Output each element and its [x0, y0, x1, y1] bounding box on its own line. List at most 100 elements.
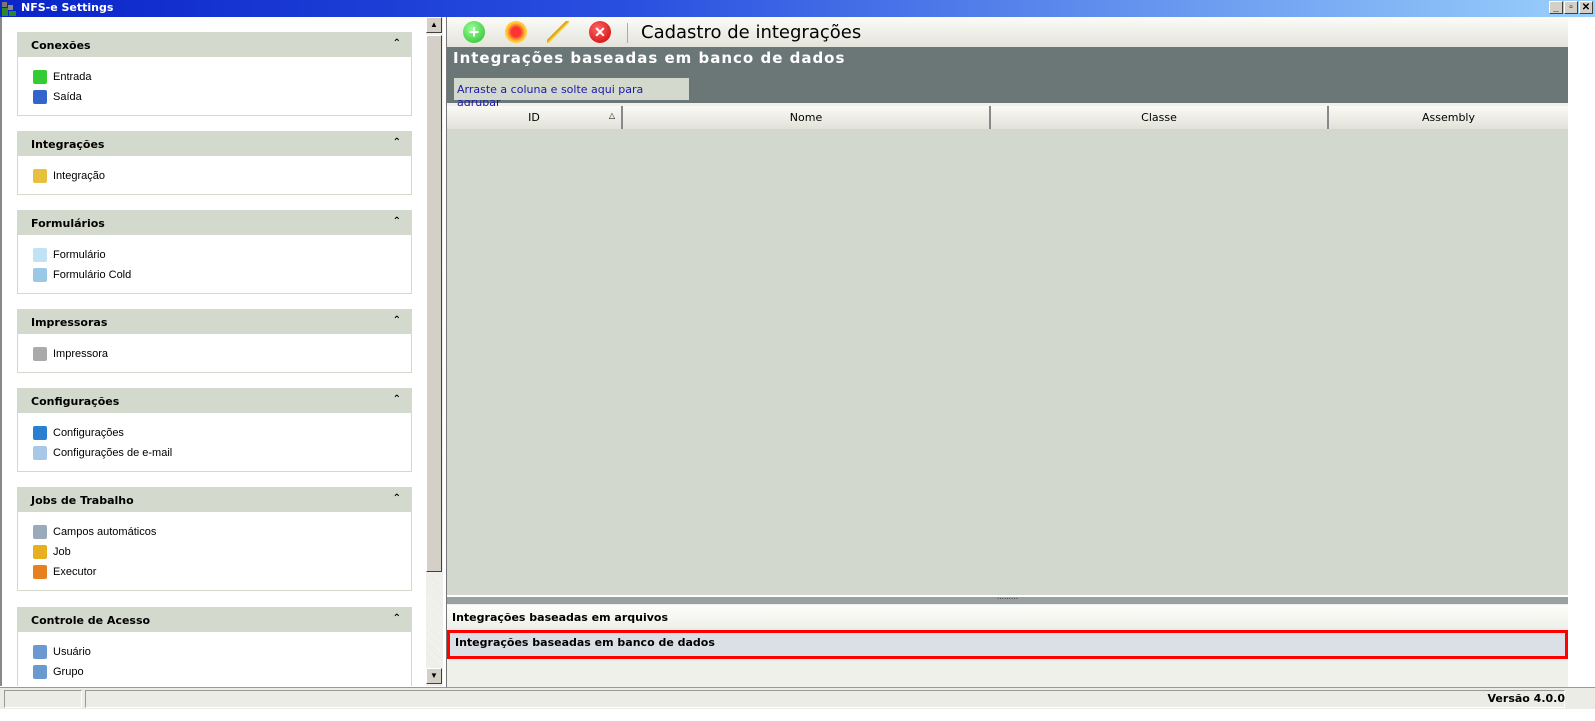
form-cold-icon [33, 268, 47, 282]
restore-button[interactable]: ▫ [1564, 1, 1578, 14]
group-by-drop-area[interactable]: Arraste a coluna e solte aqui para agrup… [454, 78, 689, 109]
group-title: Integrações [31, 138, 105, 151]
nav-database-integrations[interactable]: Integrações baseadas em banco de dados [447, 630, 1568, 659]
title-bar: NFS-e Settings _ ▫ ✕ [0, 0, 1595, 17]
delete-button[interactable]: ✕ [589, 21, 611, 43]
group-title: Formulários [31, 217, 105, 230]
column-header-assembly[interactable]: Assembly [1329, 106, 1568, 129]
edit-properties-button[interactable] [505, 21, 527, 43]
close-button[interactable]: ✕ [1579, 1, 1593, 14]
column-header-id[interactable]: ID △ [447, 106, 623, 129]
splitter-handle[interactable]: ⋯⋯⋯ [447, 596, 1568, 604]
window-title: NFS-e Settings [21, 1, 114, 14]
sort-asc-icon: △ [608, 111, 615, 120]
sidebar-item[interactable]: Configurações [18, 423, 411, 443]
sidebar-item[interactable]: Executor [18, 562, 411, 582]
group-title: Configurações [31, 395, 120, 408]
sidebar-group-header[interactable]: Formulários ⌃ [18, 211, 411, 235]
section-title: Integrações baseadas em banco de dados [453, 49, 846, 67]
sidebar-group-body: Impressora [18, 334, 411, 372]
sidebar-item-label: Configurações [53, 427, 124, 439]
connection-in-icon [33, 70, 47, 84]
email-icon [33, 446, 47, 460]
sidebar-group: Configurações ⌃ Configurações Configurações… [17, 388, 412, 472]
sidebar-item[interactable]: Campos automáticos [18, 522, 411, 542]
status-bar: Versão 4.0.0 [0, 687, 1595, 709]
group-title: Impressoras [31, 316, 108, 329]
sidebar-group: Formulários ⌃ Formulário Formulário Cold [17, 210, 412, 294]
collapse-chevron-icon[interactable]: ⌃ [393, 38, 401, 49]
job-icon [33, 545, 47, 559]
sidebar-item-label: Integração [53, 170, 105, 182]
toolbar: + ✕ Cadastro de integrações [447, 17, 1568, 47]
column-label: ID [528, 111, 540, 124]
sidebar-item[interactable]: Usuário [18, 642, 411, 662]
sidebar-group: Controle de Acesso ⌃ Usuário Grupo [17, 607, 412, 686]
sidebar-group-header[interactable]: Configurações ⌃ [18, 389, 411, 413]
connection-out-icon [33, 90, 47, 104]
sidebar-item[interactable]: Job [18, 542, 411, 562]
nav-file-integrations[interactable]: Integrações baseadas em arquivos [447, 605, 1568, 631]
sidebar-item[interactable]: Configurações de e-mail [18, 443, 411, 463]
sidebar-group-header[interactable]: Impressoras ⌃ [18, 310, 411, 334]
integration-icon [33, 169, 47, 183]
pencil-edit-button[interactable] [547, 21, 569, 43]
sidebar-group: Conexões ⌃ Entrada Saída [17, 32, 412, 116]
sidebar-group-body: Usuário Grupo [18, 632, 411, 686]
sidebar-group-header[interactable]: Jobs de Trabalho ⌃ [18, 488, 411, 512]
collapse-chevron-icon[interactable]: ⌃ [393, 613, 401, 624]
settings-icon [33, 426, 47, 440]
sidebar-item-label: Impressora [53, 348, 109, 360]
sidebar-scrollbar[interactable]: ▲ ▼ [426, 17, 443, 686]
group-title: Controle de Acesso [31, 614, 151, 627]
scroll-thumb[interactable] [426, 35, 442, 572]
collapse-chevron-icon[interactable]: ⌃ [393, 137, 401, 148]
collapse-chevron-icon[interactable]: ⌃ [393, 216, 401, 227]
collapse-chevron-icon[interactable]: ⌃ [393, 315, 401, 326]
collapse-chevron-icon[interactable]: ⌃ [393, 394, 401, 405]
sidebar-group: Integrações ⌃ Integração [17, 131, 412, 195]
sidebar-item[interactable]: Grupo [18, 662, 411, 682]
auto-fields-icon [33, 525, 47, 539]
grid-header: ID △ Nome Classe Assembly [447, 106, 1568, 129]
version-label: Versão 4.0.0 [1487, 692, 1565, 705]
minimize-button[interactable]: _ [1549, 1, 1563, 14]
sidebar-item-label: Job [53, 546, 71, 558]
sidebar-group-body: Formulário Formulário Cold [18, 235, 411, 293]
scroll-up-button[interactable]: ▲ [426, 17, 442, 33]
sidebar-item-label: Formulário [53, 249, 106, 261]
sidebar-item-label: Usuário [53, 646, 91, 658]
add-button[interactable]: + [463, 21, 485, 43]
sidebar: Conexões ⌃ Entrada Saída Integrações ⌃ Integra… [0, 17, 425, 686]
sidebar-group-header[interactable]: Conexões ⌃ [18, 33, 411, 57]
sidebar-item[interactable]: Entrada [18, 67, 411, 87]
printer-icon [33, 347, 47, 361]
sidebar-group-body: Campos automáticos Job Executor [18, 512, 411, 590]
sidebar-item-label: Configurações de e-mail [53, 447, 173, 459]
collapse-chevron-icon[interactable]: ⌃ [393, 493, 401, 504]
group-title: Jobs de Trabalho [31, 494, 134, 507]
sidebar-item[interactable]: Saída [18, 87, 411, 107]
toolbar-separator [627, 23, 628, 43]
app-logo-icon [2, 2, 16, 16]
sidebar-group: Jobs de Trabalho ⌃ Campos automáticos Job Ex… [17, 487, 412, 591]
sidebar-item[interactable]: Formulário [18, 245, 411, 265]
group-icon [33, 665, 47, 679]
status-panel [85, 690, 1565, 708]
sidebar-item[interactable]: Integração [18, 166, 411, 186]
sidebar-item[interactable]: Formulário Cold [18, 265, 411, 285]
section-header: Integrações baseadas em banco de dados A… [447, 47, 1568, 109]
grid-body[interactable] [447, 129, 1568, 597]
user-icon [33, 645, 47, 659]
sidebar-group: Impressoras ⌃ Impressora [17, 309, 412, 373]
column-header-classe[interactable]: Classe [991, 106, 1329, 129]
sidebar-item-label: Entrada [53, 71, 92, 83]
sidebar-item-label: Executor [53, 566, 97, 578]
scroll-down-button[interactable]: ▼ [426, 668, 442, 684]
executor-icon [33, 565, 47, 579]
sidebar-group-header[interactable]: Controle de Acesso ⌃ [18, 608, 411, 632]
sidebar-item[interactable]: Impressora [18, 344, 411, 364]
sidebar-group-header[interactable]: Integrações ⌃ [18, 132, 411, 156]
sidebar-item-label: Grupo [53, 666, 84, 678]
column-header-nome[interactable]: Nome [623, 106, 991, 129]
